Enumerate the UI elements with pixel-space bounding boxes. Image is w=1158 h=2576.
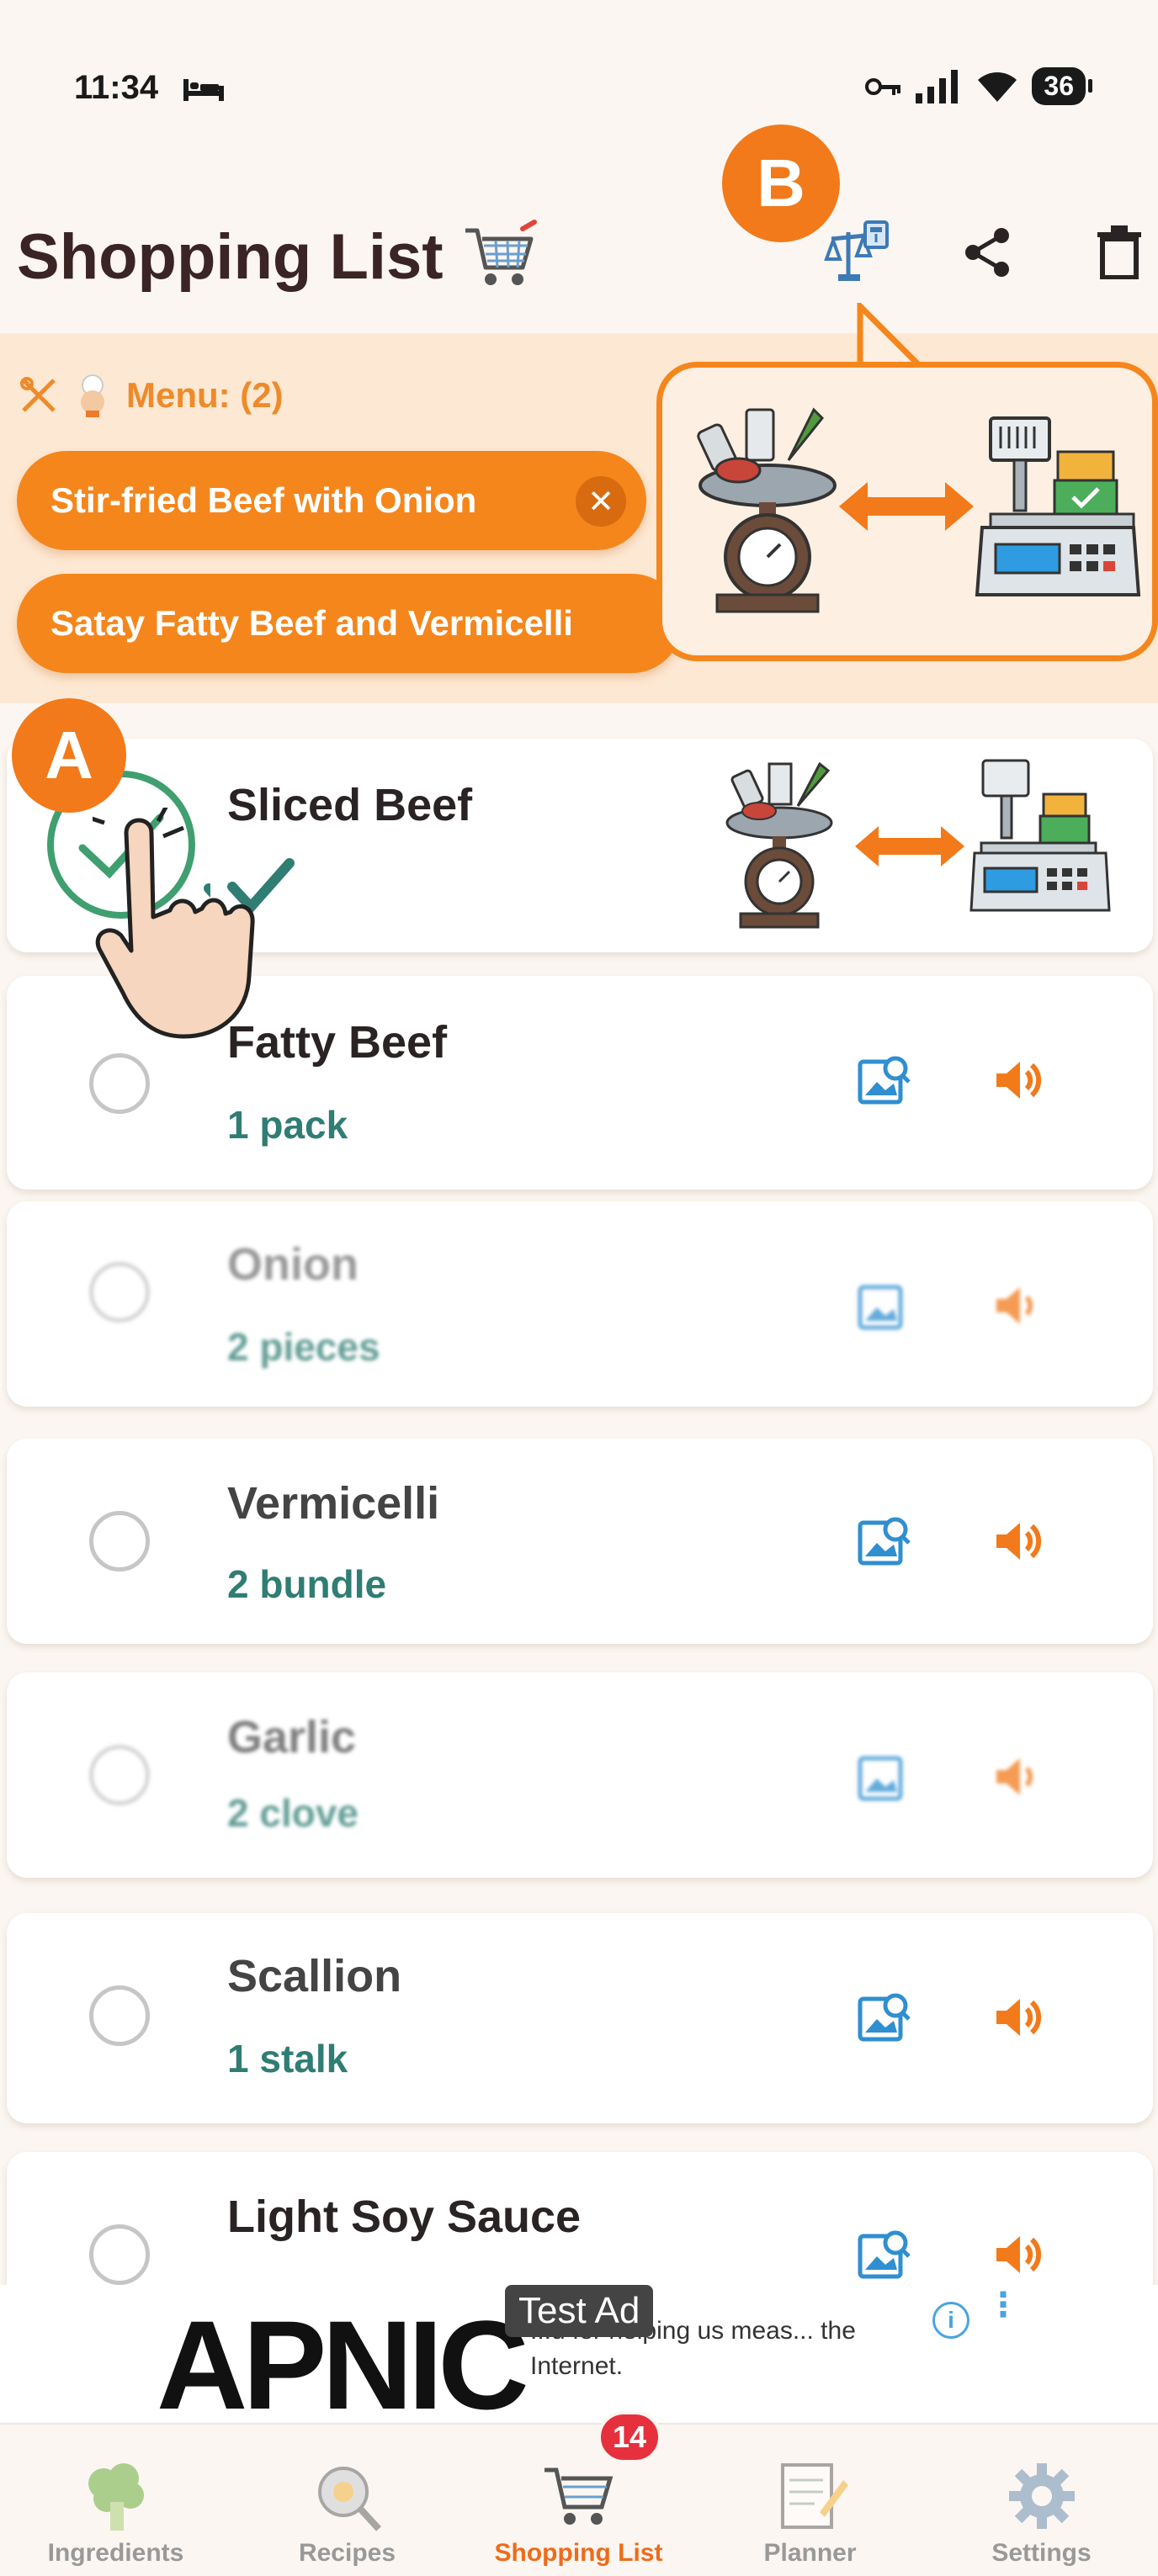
- item-checkbox[interactable]: [89, 2224, 150, 2285]
- item-quantity: 2 clove: [227, 1791, 359, 1835]
- menu-chip-label: Satay Fatty Beef and Vermicelli: [50, 603, 573, 643]
- nav-label: Ingredients: [47, 2539, 184, 2567]
- nav-planner[interactable]: Planner: [694, 2425, 926, 2576]
- nav-label: Settings: [991, 2539, 1092, 2567]
- menu-label: Menu: (2): [19, 374, 284, 417]
- scale-convert-icon: [824, 220, 889, 281]
- nav-label: Recipes: [298, 2539, 396, 2567]
- status-bar: 11:34 36: [0, 0, 1158, 151]
- item-name: Vermicelli: [227, 1478, 440, 1529]
- cart-icon: [465, 220, 537, 285]
- speaker-icon[interactable]: [991, 1990, 1045, 2044]
- share-icon: [965, 228, 1009, 277]
- image-search-icon[interactable]: [857, 1514, 911, 1568]
- item-name: Scallion: [227, 1951, 402, 2001]
- list-item[interactable]: Garlic 2 clove: [7, 1672, 1153, 1878]
- nav-shopping-list[interactable]: Shopping List: [463, 2425, 694, 2576]
- unit-convert-button[interactable]: [823, 219, 890, 286]
- delete-all-button[interactable]: [1086, 219, 1153, 286]
- item-checkbox[interactable]: [89, 1053, 150, 1114]
- unit-convert-illustration: [725, 759, 1111, 929]
- nav-recipes[interactable]: Recipes: [231, 2425, 463, 2576]
- speaker-icon[interactable]: [991, 1053, 1045, 1107]
- planner-icon: [773, 2458, 848, 2534]
- marker-b-label: B: [757, 146, 805, 220]
- item-checkbox[interactable]: [89, 1745, 150, 1805]
- status-time: 11:34: [74, 69, 159, 106]
- signal-icon: [916, 69, 959, 103]
- item-name: Light Soy Sauce: [227, 2192, 582, 2242]
- ad-more-icon[interactable]: ⋮: [986, 2288, 1020, 2322]
- battery-indicator: 36: [1032, 67, 1092, 105]
- ad-logo: APNIC: [157, 2294, 529, 2436]
- item-name: Sliced Beef: [227, 780, 473, 830]
- speaker-icon[interactable]: [991, 1279, 1045, 1333]
- test-ad-label: Test Ad: [505, 2285, 654, 2337]
- callout-pointer: [857, 303, 923, 370]
- marker-b: B: [722, 125, 840, 242]
- utensils-icon: [20, 377, 56, 412]
- menu-chip[interactable]: Stir-fried Beef with Onion ✕: [17, 451, 646, 550]
- menu-chip-label: Stir-fried Beef with Onion: [50, 480, 477, 520]
- speaker-icon[interactable]: [991, 1750, 1045, 1804]
- cart-count-badge: 14: [598, 2411, 661, 2463]
- item-checkbox[interactable]: [89, 1985, 150, 2046]
- unit-convert-callout: [656, 362, 1158, 661]
- speaker-icon[interactable]: [991, 2228, 1045, 2282]
- double-arrow-icon: [839, 482, 974, 531]
- image-search-icon[interactable]: [857, 1750, 911, 1804]
- menu-chip[interactable]: Satay Fatty Beef and Vermicelli: [17, 574, 682, 673]
- marker-a-label: A: [45, 718, 93, 792]
- wifi-icon: [978, 72, 1017, 102]
- list-item[interactable]: Scallion 1 stalk: [7, 1913, 1153, 2123]
- menu-count-label: Menu: (2): [126, 375, 284, 415]
- nav-label: Planner: [763, 2539, 857, 2567]
- speaker-icon[interactable]: [991, 1514, 1045, 1568]
- item-checkbox[interactable]: [89, 1262, 150, 1322]
- ad-info-icon[interactable]: i: [932, 2302, 969, 2339]
- tap-hand-icon: [93, 808, 255, 1039]
- item-quantity: 2 pieces: [227, 1325, 380, 1369]
- bed-icon: [183, 79, 224, 101]
- item-quantity: 2 bundle: [227, 1562, 387, 1606]
- app-header: Shopping List: [0, 168, 1158, 337]
- item-name: Garlic: [227, 1712, 357, 1762]
- ad-banner[interactable]: APNIC ...u for helping us meas... the In…: [0, 2285, 1158, 2436]
- marker-a: A: [12, 698, 126, 813]
- bottom-nav: Ingredients Recipes Shopping List 14 Pla…: [0, 2411, 1158, 2576]
- list-item[interactable]: Onion 2 pieces: [7, 1201, 1153, 1407]
- gear-icon: [1004, 2458, 1080, 2534]
- item-quantity: 1 stalk: [227, 2037, 348, 2080]
- nav-label: Shopping List: [494, 2539, 663, 2567]
- broccoli-icon: [78, 2458, 154, 2534]
- item-name: Onion: [227, 1239, 359, 1290]
- shopping-cart-icon: [541, 2458, 617, 2534]
- page-title: Shopping List: [17, 219, 538, 294]
- item-checkbox[interactable]: [89, 1511, 150, 1572]
- share-button[interactable]: [954, 219, 1022, 286]
- key-icon: [865, 77, 901, 95]
- remove-chip-button[interactable]: ✕: [576, 476, 626, 527]
- trash-icon: [1097, 225, 1141, 279]
- chef-icon: [81, 374, 104, 417]
- image-search-icon[interactable]: [857, 2228, 911, 2282]
- nav-settings[interactable]: Settings: [926, 2425, 1157, 2576]
- nav-ingredients[interactable]: Ingredients: [0, 2425, 231, 2576]
- digital-scale-illustration: [975, 416, 1141, 596]
- image-search-icon[interactable]: [857, 1053, 911, 1107]
- image-search-icon[interactable]: [857, 1279, 911, 1333]
- list-item[interactable]: Vermicelli 2 bundle: [7, 1439, 1153, 1644]
- page-title-text: Shopping List: [17, 220, 444, 293]
- pan-icon: [310, 2458, 385, 2534]
- item-quantity: 1 pack: [227, 1103, 348, 1147]
- image-search-icon[interactable]: [857, 1990, 911, 2044]
- kitchen-scale-illustration: [697, 407, 837, 613]
